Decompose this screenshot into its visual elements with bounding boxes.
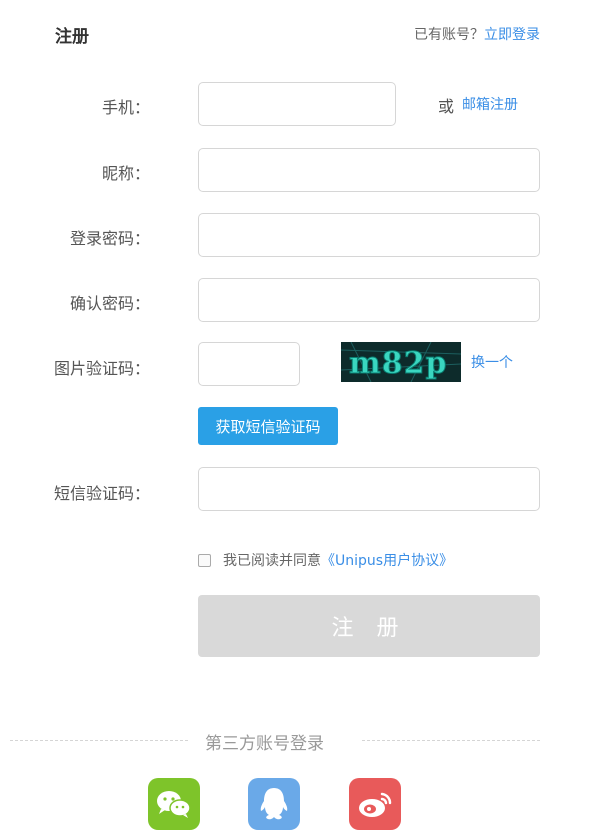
has-account-text: 已有账号？ xyxy=(414,27,484,43)
weibo-login-button[interactable] xyxy=(349,778,401,830)
confirm-password-label: 确认密码： xyxy=(69,294,150,313)
login-link[interactable]: 立即登录 xyxy=(484,27,540,43)
nickname-label: 昵称： xyxy=(101,164,150,183)
captcha-graphic: m82p xyxy=(341,342,461,382)
wechat-login-button[interactable] xyxy=(148,778,200,830)
refresh-captcha-link[interactable]: 换一个 xyxy=(471,352,513,372)
agree-checkbox[interactable] xyxy=(198,553,211,567)
wechat-icon xyxy=(157,791,191,818)
weibo-icon xyxy=(359,792,392,817)
password-label: 登录密码： xyxy=(69,229,150,248)
agree-text: 我已阅读并同意 xyxy=(223,553,321,569)
agreement-link[interactable]: 《Unipus用户协议》 xyxy=(321,550,453,570)
nickname-input[interactable] xyxy=(198,148,540,192)
register-button[interactable]: 注 册 xyxy=(198,595,540,657)
phone-label: 手机： xyxy=(101,98,150,117)
captcha-text: m82p xyxy=(349,346,447,381)
third-party-title: 第三方账号登录 xyxy=(205,734,324,754)
login-prompt: 已有账号？立即登录 xyxy=(414,24,540,44)
qq-icon xyxy=(260,788,288,820)
or-text: 或 xyxy=(438,97,455,116)
image-captcha-input[interactable] xyxy=(198,342,300,386)
image-captcha-label: 图片验证码： xyxy=(53,359,150,378)
agreement-row: 我已阅读并同意 《Unipus用户协议》 xyxy=(198,550,453,570)
page-title: 注册 xyxy=(55,27,89,47)
phone-input[interactable] xyxy=(198,82,396,126)
confirm-password-input[interactable] xyxy=(198,278,540,322)
divider-left xyxy=(10,740,188,741)
sms-code-input[interactable] xyxy=(198,467,540,511)
captcha-image[interactable]: m82p xyxy=(341,342,461,382)
email-register-link[interactable]: 邮箱注册 xyxy=(462,94,518,114)
get-sms-code-button[interactable]: 获取短信验证码 xyxy=(198,407,338,445)
qq-login-button[interactable] xyxy=(248,778,300,830)
password-input[interactable] xyxy=(198,213,540,257)
sms-code-label: 短信验证码： xyxy=(53,484,150,503)
divider-right xyxy=(362,740,540,741)
